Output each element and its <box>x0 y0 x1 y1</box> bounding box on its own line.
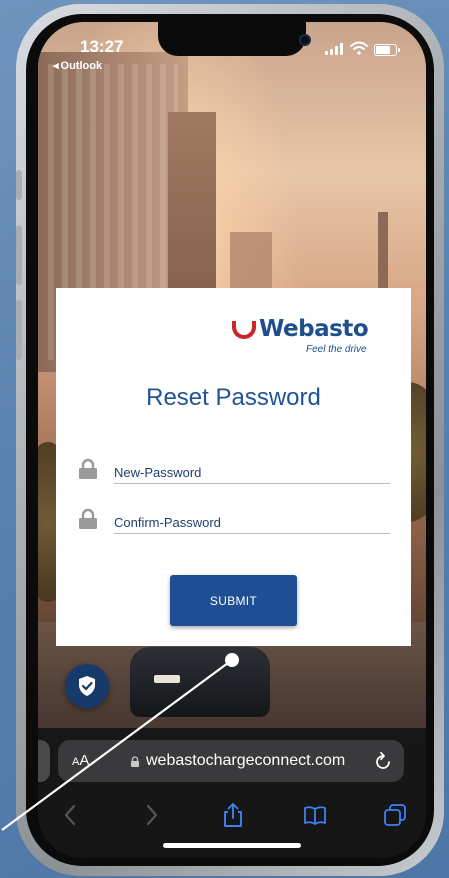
back-icon[interactable] <box>58 802 84 828</box>
webasto-logo-mark <box>232 321 256 339</box>
tabs-icon[interactable] <box>382 802 408 828</box>
previous-tab-peek[interactable] <box>38 740 50 782</box>
phone-side-button <box>16 170 22 200</box>
submit-button[interactable]: SUBMIT <box>170 575 297 626</box>
safari-bottom-bar: AA webastochargeconnect.com <box>38 728 426 858</box>
camera-notch <box>158 22 311 56</box>
url-text: webastochargeconnect.com <box>146 752 346 769</box>
reload-icon[interactable] <box>374 751 392 771</box>
confirm-password-field <box>78 502 390 536</box>
safari-toolbar <box>38 796 426 832</box>
logo-tagline: Feel the drive <box>306 344 367 355</box>
address-bar[interactable]: AA webastochargeconnect.com <box>58 740 404 782</box>
background-car <box>130 647 270 717</box>
reader-options-button[interactable]: AA <box>72 752 89 769</box>
status-time: 13:27 <box>80 37 124 56</box>
privacy-shield-button[interactable] <box>65 664 109 708</box>
shield-check-icon <box>79 676 95 696</box>
battery-icon <box>374 44 400 56</box>
front-camera-icon <box>299 34 311 46</box>
back-to-app-link[interactable]: ◂ Outlook <box>53 59 102 72</box>
forward-icon[interactable] <box>138 802 164 828</box>
bookmarks-icon[interactable] <box>302 802 328 828</box>
lock-icon <box>79 458 97 479</box>
new-password-input[interactable] <box>114 456 390 484</box>
padlock-icon <box>131 756 139 767</box>
phone-volume-down <box>16 300 22 360</box>
logo-brand-text: Webasto <box>259 316 369 342</box>
new-password-field <box>78 452 390 486</box>
share-icon[interactable] <box>220 802 246 828</box>
back-caret-icon: ◂ <box>53 60 59 72</box>
cellular-signal-icon <box>325 43 345 55</box>
page-title: Reset Password <box>146 384 321 411</box>
phone-screen: 13:27 ◂ Outlook Webasto Feel the drive Re… <box>38 22 426 858</box>
reset-password-card: Webasto Feel the drive Reset Password SU… <box>56 288 411 646</box>
lock-icon <box>79 508 97 529</box>
webasto-logo: Webasto Feel the drive <box>216 316 376 358</box>
wifi-icon <box>350 41 368 55</box>
home-indicator <box>163 843 301 848</box>
phone-volume-up <box>16 225 22 285</box>
confirm-password-input[interactable] <box>114 506 390 534</box>
back-app-label: Outlook <box>60 60 103 72</box>
